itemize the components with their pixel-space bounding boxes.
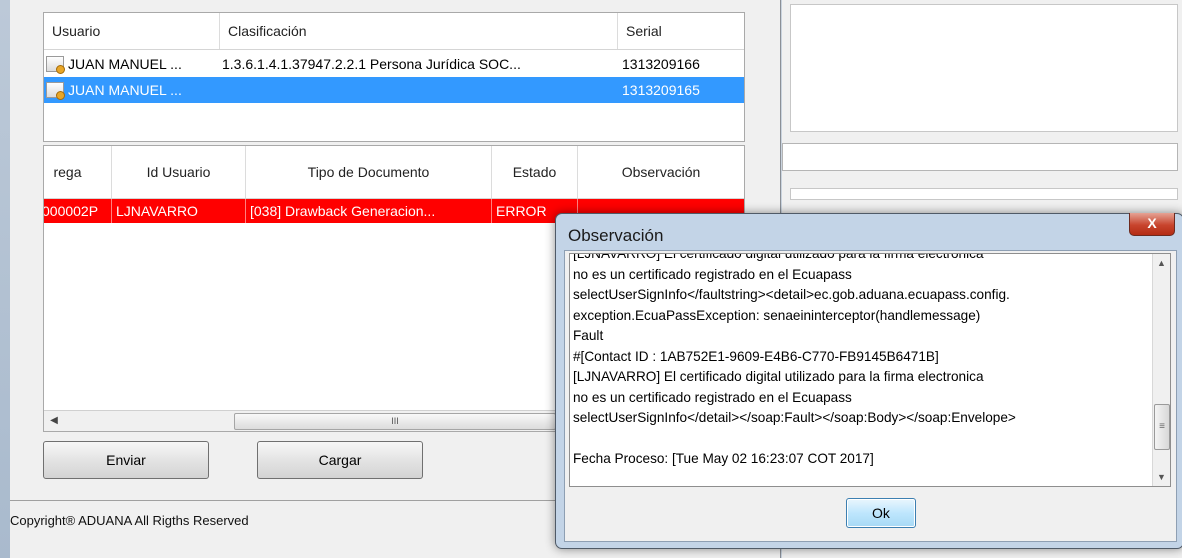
message-line: Fault [573,328,604,343]
scrollbar-thumb[interactable]: III [234,413,556,430]
message-line: selectUserSignInfo</faultstring><detail>… [573,287,1010,302]
certificate-user-cell: JUAN MANUEL ... [44,77,220,103]
message-line: selectUserSignInfo</detail></soap:Fault>… [573,410,1016,425]
message-textarea[interactable]: [LJNAVARRO] El certificado digital utili… [569,253,1171,487]
column-header-observacion[interactable]: Observación [578,146,744,198]
scroll-down-icon[interactable]: ▼ [1155,470,1168,484]
enviar-button[interactable]: Enviar [43,441,209,479]
certificate-serial: 1313209166 [622,56,700,72]
certificate-user: JUAN MANUEL ... [68,56,182,72]
certificate-classification [222,77,618,103]
certificate-table-header: Usuario Clasificación Serial [44,13,744,50]
document-entrega: 000002P [44,199,112,223]
certificate-icon [46,82,65,101]
certificate-row-selected[interactable]: JUAN MANUEL ... 1313209165 [44,77,744,103]
message-line [573,429,1153,450]
certificate-table: Usuario Clasificación Serial JUAN MANUEL… [43,12,745,142]
close-icon[interactable]: X [1129,213,1175,236]
message-line: [LJNAVARRO] El certificado digital utili… [573,369,984,384]
right-panel-area-lower [790,188,1178,200]
certificate-user-cell: JUAN MANUEL ... [44,51,220,77]
window-frame [0,0,10,558]
cargar-button[interactable]: Cargar [257,441,423,479]
copyright-text: Copyright® ADUANA All Rigths Reserved [10,513,249,528]
column-header-estado[interactable]: Estado [492,146,578,198]
document-tipo: [038] Drawback Generacion... [246,199,492,223]
message-text: [LJNAVARRO] El certificado digital utili… [573,253,1153,470]
certificate-icon [46,56,65,75]
dialog-title: Observación [568,226,664,245]
column-header-serial[interactable]: Serial [618,13,744,49]
document-id-usuario: LJNAVARRO [112,199,246,223]
dialog-body: [LJNAVARRO] El certificado digital utili… [564,250,1177,542]
message-line: no es un certificado registrado en el Ec… [573,389,852,405]
message-line: #[Contact ID : 1AB752E1-9609-E4B6-C770-F… [573,348,939,364]
right-text-field[interactable] [782,143,1178,171]
column-header-tipo-documento[interactable]: Tipo de Documento [246,146,492,198]
certificate-row[interactable]: JUAN MANUEL ... 1.3.6.1.4.1.37947.2.2.1 … [44,51,744,77]
column-header-id-usuario[interactable]: Id Usuario [112,146,246,198]
column-header-entrega[interactable]: rega [44,146,112,198]
certificate-serial: 1313209165 [622,82,700,98]
scrollbar-thumb[interactable]: ≡ [1154,404,1170,450]
scroll-up-icon[interactable]: ▲ [1155,256,1168,270]
message-line: Fecha Proceso: [Tue May 02 16:23:07 COT … [573,451,874,466]
message-line: exception.EcuaPassException: senaeininte… [573,307,981,323]
vertical-scrollbar[interactable]: ▲ ≡ ▼ [1152,254,1170,486]
message-line: no es un certificado registrado en el Ec… [573,266,852,282]
right-panel-area [790,4,1178,132]
column-header-usuario[interactable]: Usuario [44,13,220,49]
scroll-left-icon[interactable]: ◀ [46,413,62,429]
message-line: [LJNAVARRO] El certificado digital utili… [573,253,984,261]
certificate-classification: 1.3.6.1.4.1.37947.2.2.1 Persona Jurídica… [222,56,521,72]
document-table-header: rega Id Usuario Tipo de Documento Estado… [44,146,744,199]
observacion-dialog: Observación X [LJNAVARRO] El certificado… [555,213,1182,549]
column-header-clasificacion[interactable]: Clasificación [220,13,618,49]
certificate-user: JUAN MANUEL ... [68,82,182,98]
ok-button[interactable]: Ok [846,498,916,528]
